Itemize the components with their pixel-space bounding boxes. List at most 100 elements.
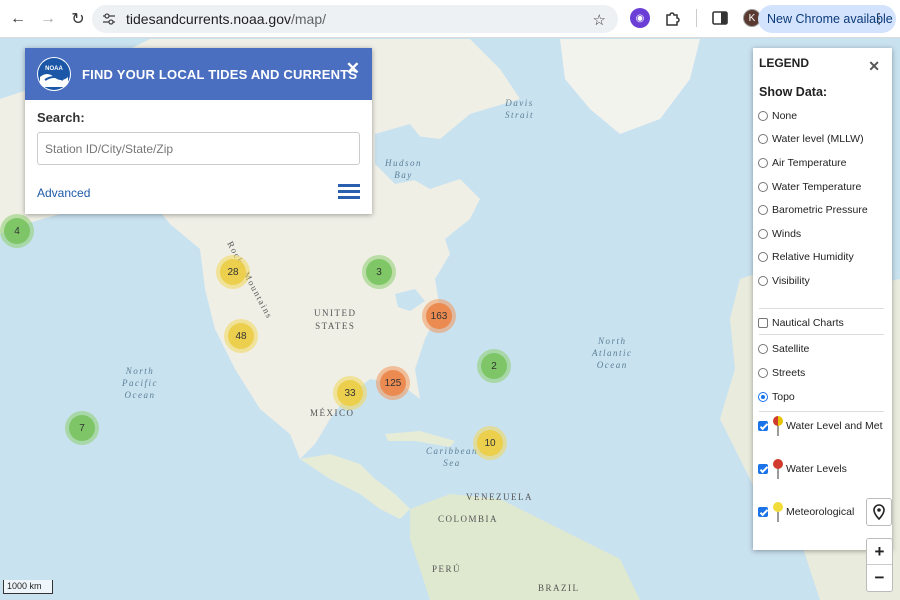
station-cluster[interactable]: 163	[422, 299, 456, 333]
radio-button[interactable]	[758, 158, 768, 168]
nautical-charts-toggle[interactable]: Nautical Charts	[758, 317, 844, 329]
cluster-count: 4	[4, 218, 30, 244]
station-cluster[interactable]: 28	[216, 255, 250, 289]
search-panel: NOAA FIND YOUR LOCAL TIDES AND CURRENTS …	[25, 48, 372, 214]
station-search-input[interactable]	[37, 132, 360, 165]
data-option-air-temperature[interactable]: Air Temperature	[758, 157, 847, 169]
radio-button[interactable]	[758, 368, 768, 378]
label-north-atlantic: North Atlantic Ocean	[592, 336, 633, 370]
option-label: Meteorological	[786, 506, 855, 518]
extension-icon[interactable]: ◉	[630, 8, 650, 28]
label-caribbean-sea: Caribbean Sea	[426, 446, 479, 468]
checkbox[interactable]	[758, 507, 768, 517]
data-option-barometric-pressure[interactable]: Barometric Pressure	[758, 204, 868, 216]
close-icon[interactable]: ✕	[346, 59, 360, 79]
option-label: Nautical Charts	[772, 317, 844, 329]
layer-water-level-and-met[interactable]: Water Level and Met	[758, 415, 883, 437]
star-icon[interactable]: ☆	[593, 11, 606, 29]
cluster-count: 28	[220, 259, 246, 285]
search-panel-header: NOAA FIND YOUR LOCAL TIDES AND CURRENTS …	[25, 48, 372, 100]
legend-divider	[759, 334, 884, 335]
station-cluster[interactable]: 7	[65, 411, 99, 445]
close-icon[interactable]: ✕	[868, 58, 880, 75]
label-hudson-bay: Hudson Bay	[385, 158, 423, 180]
show-data-label: Show Data:	[759, 85, 828, 99]
station-cluster[interactable]: 125	[376, 366, 410, 400]
reload-icon[interactable]: ↻	[66, 7, 90, 31]
station-cluster[interactable]: 4	[0, 214, 34, 248]
layer-water-levels[interactable]: Water Levels	[758, 458, 847, 480]
advanced-link[interactable]: Advanced	[37, 186, 90, 200]
toolbar-divider	[696, 9, 697, 27]
url-text: tidesandcurrents.noaa.gov/map/	[126, 11, 327, 27]
option-label: Streets	[772, 367, 806, 379]
data-option-water-level[interactable]: Water level (MLLW)	[758, 133, 864, 145]
back-arrow-icon[interactable]: ←	[6, 7, 30, 31]
checkbox[interactable]	[758, 464, 768, 474]
site-info-icon[interactable]	[102, 12, 116, 26]
station-cluster[interactable]: 48	[224, 319, 258, 353]
basemap-satellite[interactable]: Satellite	[758, 343, 809, 355]
cluster-count: 125	[380, 370, 406, 396]
station-cluster[interactable]: 33	[333, 376, 367, 410]
location-pin-icon	[873, 504, 885, 520]
option-label: Satellite	[772, 343, 810, 355]
label-peru: PERÚ	[432, 564, 462, 574]
legend-divider	[759, 411, 884, 412]
radio-button[interactable]	[758, 205, 768, 215]
label-united-states: UNITED STATES	[314, 308, 357, 331]
label-north-pacific: North Pacific Ocean	[122, 366, 158, 400]
kebab-menu-icon[interactable]: ⋮	[872, 10, 886, 27]
radio-button[interactable]	[758, 134, 768, 144]
radio-button[interactable]	[758, 182, 768, 192]
data-option-winds[interactable]: Winds	[758, 228, 801, 240]
checkbox[interactable]	[758, 421, 768, 431]
multicolor-pin-icon	[773, 416, 783, 436]
chrome-update-button[interactable]: New Chrome available ⋮	[758, 5, 896, 33]
label-brazil: BRAZIL	[538, 583, 580, 593]
cluster-count: 3	[366, 259, 392, 285]
svg-text:NOAA: NOAA	[45, 66, 63, 72]
basemap-streets[interactable]: Streets	[758, 367, 805, 379]
option-label: Winds	[772, 228, 802, 240]
option-label: Water Level and Met	[786, 420, 883, 432]
layer-meteorological[interactable]: Meteorological	[758, 501, 854, 523]
side-panel-icon[interactable]	[711, 9, 729, 27]
option-label: Water Temperature	[772, 181, 862, 193]
radio-button[interactable]	[758, 229, 768, 239]
data-option-visibility[interactable]: Visibility	[758, 275, 810, 287]
puzzle-icon[interactable]	[664, 9, 682, 27]
radio-button[interactable]	[758, 344, 768, 354]
zoom-out-button[interactable]: −	[867, 565, 892, 591]
zoom-in-button[interactable]: +	[867, 539, 892, 565]
checkbox[interactable]	[758, 318, 768, 328]
option-label: Visibility	[772, 275, 810, 287]
label-davis-strait: Davis Strait	[505, 98, 535, 120]
locate-button[interactable]	[866, 498, 892, 526]
forward-arrow-icon[interactable]: →	[36, 7, 60, 31]
radio-button[interactable]	[758, 111, 768, 121]
search-panel-title: FIND YOUR LOCAL TIDES AND CURRENTS	[82, 67, 358, 82]
radio-button[interactable]	[758, 276, 768, 286]
data-option-relative-humidity[interactable]: Relative Humidity	[758, 251, 854, 263]
station-cluster[interactable]: 2	[477, 349, 511, 383]
option-label: None	[772, 110, 798, 122]
red-pin-icon	[773, 459, 783, 479]
station-cluster[interactable]: 10	[473, 426, 507, 460]
label-colombia: COLOMBIA	[438, 514, 499, 524]
cluster-count: 33	[337, 380, 363, 406]
list-icon[interactable]	[338, 183, 360, 200]
radio-button[interactable]	[758, 252, 768, 262]
legend-divider	[759, 308, 884, 309]
legend-panel: LEGEND ✕ Show Data: None Water level (ML…	[753, 48, 892, 550]
cluster-count: 10	[477, 430, 503, 456]
data-option-water-temperature[interactable]: Water Temperature	[758, 181, 861, 193]
data-option-none[interactable]: None	[758, 110, 797, 122]
option-label: Water Levels	[786, 463, 847, 475]
option-label: Water level (MLLW)	[772, 133, 864, 145]
cluster-count: 2	[481, 353, 507, 379]
station-cluster[interactable]: 3	[362, 255, 396, 289]
address-bar[interactable]: tidesandcurrents.noaa.gov/map/ ☆	[92, 5, 618, 33]
basemap-topo[interactable]: Topo	[758, 391, 795, 403]
radio-button[interactable]	[758, 392, 768, 402]
